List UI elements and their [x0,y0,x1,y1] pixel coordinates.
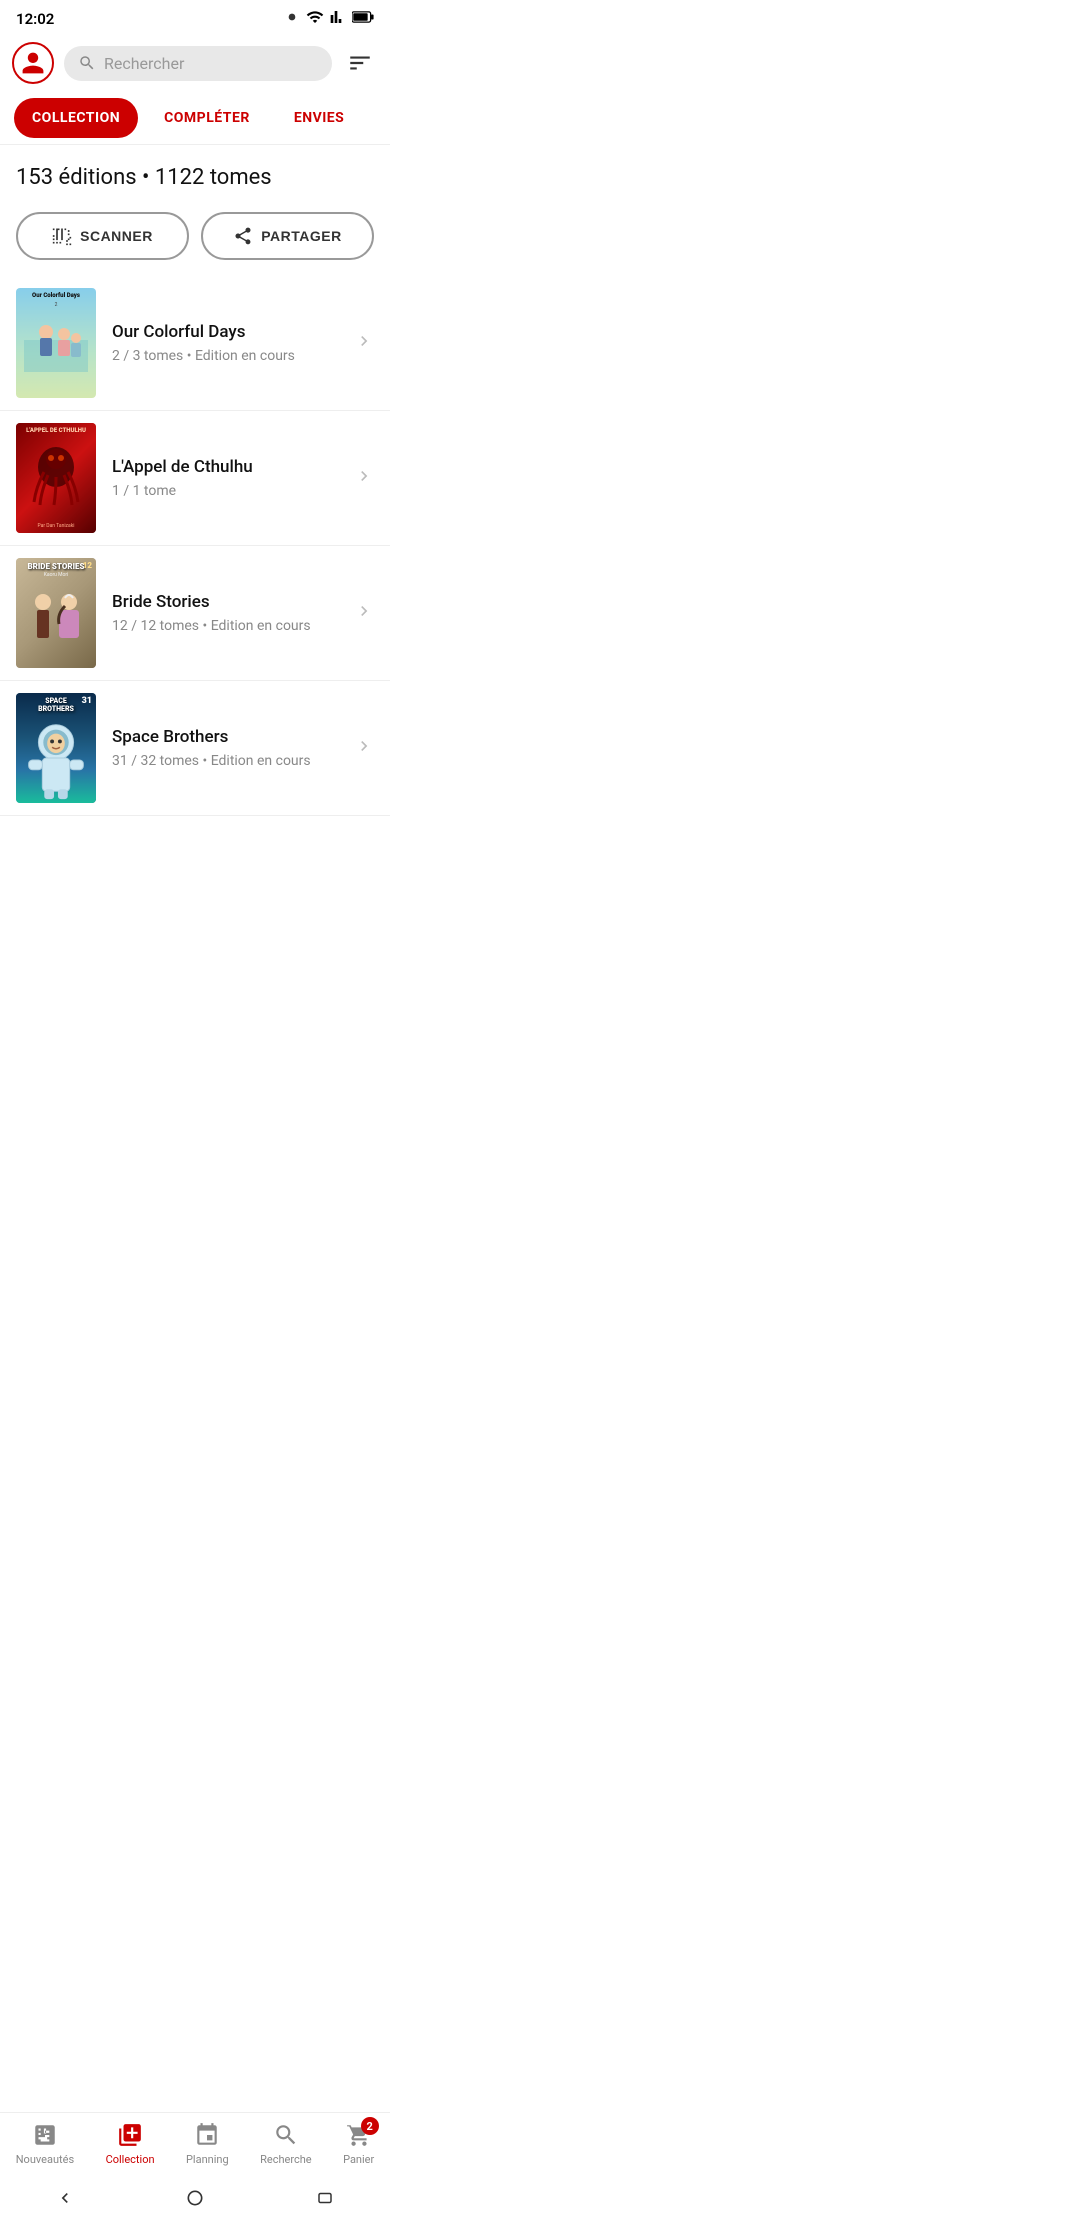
nav-collection[interactable]: Collection [106,2121,155,2166]
filter-button[interactable] [342,45,378,81]
planning-icon [193,2121,221,2149]
manga-cover-space-brothers: SPACEBROTHERS 31 [16,693,96,803]
status-time: 12:02 [16,10,54,28]
panier-icon: 2 [345,2121,373,2149]
manga-title-colorful-days: Our Colorful Days [112,322,346,342]
cart-badge: 2 [361,2117,379,2135]
manga-sub-colorful-days: 2 / 3 tomes • Edition en cours [112,348,346,364]
manga-info-colorful-days: Our Colorful Days 2 / 3 tomes • Edition … [112,322,346,364]
tab-completer[interactable]: COMPLÉTER [146,98,268,138]
scanner-icon [52,226,72,246]
manga-info-cthulhu: L'Appel de Cthulhu 1 / 1 tome [112,457,346,499]
nav-label-planning: Planning [186,2153,229,2166]
filter-icon [347,50,373,76]
partager-button[interactable]: PARTAGER [201,212,374,260]
status-bar: 12:02 [0,0,390,34]
system-nav-bar [0,2176,390,2220]
search-placeholder: Rechercher [104,54,184,73]
partager-label: PARTAGER [261,228,341,244]
manga-item-colorful-days[interactable]: Our Colorful Days 2 [0,276,390,411]
manga-sub-bride-stories: 12 / 12 tomes • Edition en cours [112,618,346,634]
nav-label-recherche: Recherche [260,2153,312,2166]
avatar[interactable] [12,42,54,84]
search-icon [78,54,96,72]
manga-title-cthulhu: L'Appel de Cthulhu [112,457,346,477]
chevron-right-icon [354,736,374,760]
manga-cover-colorful-days: Our Colorful Days 2 [16,288,96,398]
chevron-right-icon [354,466,374,490]
home-button[interactable] [183,2186,207,2210]
manga-title-space-brothers: Space Brothers [112,727,346,747]
stats-section: 153 éditions • 1122 tomes [0,145,390,200]
nav-label-collection: Collection [106,2153,155,2166]
recherche-icon [272,2121,300,2149]
manga-item-cthulhu[interactable]: L'APPEL DE CTHULHU Par Dan Tanizaki [0,411,390,546]
tab-collection[interactable]: COLLECTION [14,98,138,138]
manga-list: Our Colorful Days 2 [0,276,390,956]
bottom-nav: Nouveautés Collection Planning Recherche [0,2112,390,2176]
manga-item-space-brothers[interactable]: SPACEBROTHERS 31 [0,681,390,816]
header: Rechercher [0,34,390,92]
chevron-right-icon [354,331,374,355]
manga-cover-bride-stories: BRIDE STORIES Kaoru Mori 12 [16,558,96,668]
manga-item-bride-stories[interactable]: BRIDE STORIES Kaoru Mori 12 [0,546,390,681]
collection-icon [116,2121,144,2149]
nouveautes-icon [31,2121,59,2149]
wifi-icon [306,8,324,30]
signal-icon [330,9,346,29]
manga-cover-cthulhu: L'APPEL DE CTHULHU Par Dan Tanizaki [16,423,96,533]
nav-nouveautes[interactable]: Nouveautés [16,2121,74,2166]
nav-planning[interactable]: Planning [186,2121,229,2166]
tab-bar: COLLECTION COMPLÉTER ENVIES [0,92,390,145]
chevron-right-icon [354,601,374,625]
scanner-label: SCANNER [80,228,153,244]
tab-envies[interactable]: ENVIES [276,98,363,138]
user-icon [20,50,46,76]
search-bar[interactable]: Rechercher [64,46,332,81]
nav-recherche[interactable]: Recherche [260,2121,312,2166]
nav-label-panier: Panier [343,2153,374,2166]
nav-panier[interactable]: 2 Panier [343,2121,374,2166]
status-icons [284,8,374,30]
recents-button[interactable] [313,2186,337,2210]
manga-info-space-brothers: Space Brothers 31 / 32 tomes • Edition e… [112,727,346,769]
notification-icon [284,9,300,29]
manga-title-bride-stories: Bride Stories [112,592,346,612]
manga-info-bride-stories: Bride Stories 12 / 12 tomes • Edition en… [112,592,346,634]
manga-sub-space-brothers: 31 / 32 tomes • Edition en cours [112,753,346,769]
battery-icon [352,10,374,28]
share-icon [233,226,253,246]
stats-text: 153 éditions • 1122 tomes [16,165,272,190]
action-buttons: SCANNER PARTAGER [0,200,390,276]
manga-sub-cthulhu: 1 / 1 tome [112,483,346,499]
back-button[interactable] [53,2186,77,2210]
nav-label-nouveautes: Nouveautés [16,2153,74,2166]
scanner-button[interactable]: SCANNER [16,212,189,260]
